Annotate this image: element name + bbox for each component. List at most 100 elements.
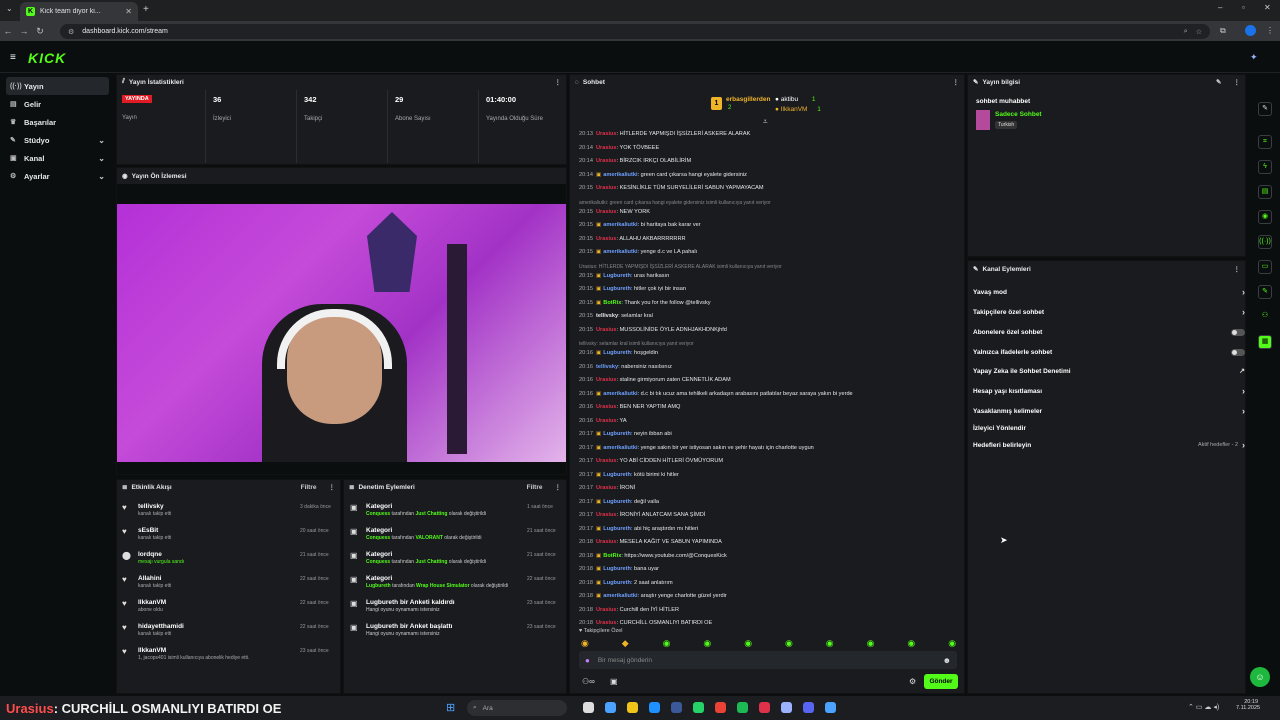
chat-username[interactable]: amerikaliutki bbox=[603, 249, 637, 255]
activity-name[interactable]: tellivsky bbox=[138, 503, 171, 510]
sidebar-item-kanal[interactable]: ▣ Kanal ⌄ bbox=[6, 149, 109, 167]
more-options-icon[interactable]: ⋮ bbox=[555, 483, 562, 491]
channel-action-row[interactable]: Yalnızca ifadelerle sohbet bbox=[973, 346, 1245, 358]
chat-message[interactable]: 20:15 Urasius: KESİNLİKLE TÜM SURYELİLERİ… bbox=[579, 185, 764, 191]
toggle-switch[interactable] bbox=[1231, 328, 1245, 336]
moderation-item[interactable]: ▣ Kategori Conquess tarafından Just Chatti… bbox=[350, 503, 486, 517]
chat-message[interactable]: 20:15 tellivsky: selamlar kral bbox=[579, 313, 653, 319]
taskbar-app-icon[interactable] bbox=[693, 702, 704, 713]
taskbar-app-icon[interactable] bbox=[715, 702, 726, 713]
activity-name[interactable]: IlkkanVM bbox=[138, 647, 249, 654]
chat-message[interactable]: 20:18 Urasius: MESELA KAĞIT VE SABUN YAPI… bbox=[579, 539, 722, 545]
activity-item[interactable]: ♥ hidayetthamidi kanalı takip etti bbox=[122, 623, 184, 637]
chat-message[interactable]: 20:17 ▣ amerikaliutki: yenge sakın bir yer… bbox=[579, 445, 814, 451]
reload-icon[interactable]: ↻ bbox=[32, 26, 48, 37]
extensions-icon[interactable]: ⧉ bbox=[1220, 26, 1226, 36]
emote-icon[interactable]: ◆ bbox=[622, 638, 629, 649]
gifter-aktibu[interactable]: ● aktibu 1 bbox=[775, 96, 816, 103]
address-bar[interactable]: ⚙ dashboard.kick.com/stream ⌕ ☆ bbox=[60, 24, 1210, 39]
chat-message[interactable]: 20:17 ▣ Lugbureth: neyin ibban abi bbox=[579, 431, 672, 437]
channel-action-row[interactable]: İzleyici Yönlendir bbox=[973, 422, 1245, 434]
emote-icon[interactable]: ◉ bbox=[581, 638, 589, 649]
chat-username[interactable]: tellivsky bbox=[596, 364, 618, 370]
taskbar-app-icon[interactable] bbox=[627, 702, 638, 713]
chat-message[interactable]: 20:15 ▣ amerikaliutki: bi haritaya bak kar… bbox=[579, 222, 701, 228]
emote-icon[interactable]: ◉ bbox=[948, 638, 956, 649]
chat-username[interactable]: Lugbureth bbox=[603, 526, 631, 532]
gifter-ilkkan[interactable]: ● IlkkanVM 1 bbox=[775, 106, 821, 113]
sidebar-item-studyo[interactable]: ✎ Stüdyo ⌄ bbox=[6, 131, 109, 149]
top-gifter-name[interactable]: erbasgillerden bbox=[726, 96, 770, 103]
chat-message[interactable]: 20:17 ▣ Lugbureth: değil valla bbox=[579, 499, 659, 505]
chat-message[interactable]: 20:14 Urasius: YOK TÖVBEEE bbox=[579, 145, 659, 151]
moderation-item[interactable]: ▣ Lugbureth bir Anket başlattı Hangi oyunu… bbox=[350, 623, 452, 637]
chat-username[interactable]: Urasius bbox=[596, 185, 617, 191]
maximize-icon[interactable]: ▫ bbox=[1242, 3, 1245, 12]
stream-preview-video[interactable] bbox=[117, 204, 566, 462]
taskbar-app-icon[interactable] bbox=[605, 702, 616, 713]
edit-layout-icon[interactable]: ✎ bbox=[1258, 102, 1272, 116]
taskbar-app-icon[interactable] bbox=[803, 702, 814, 713]
sidebar-item-ayarlar[interactable]: ⚙ Ayarlar ⌄ bbox=[6, 167, 109, 185]
chat-username[interactable]: Urasius bbox=[596, 404, 617, 410]
toggle-switch[interactable] bbox=[1231, 348, 1245, 356]
profile-avatar[interactable] bbox=[1245, 25, 1256, 36]
bookmark-star-icon[interactable]: ☆ bbox=[1196, 28, 1202, 36]
moderation-item[interactable]: ▣ Kategori Conquess tarafından VALORANT ol… bbox=[350, 527, 482, 541]
windows-start-icon[interactable]: ⊞ bbox=[446, 701, 455, 714]
sidebar-item-gelir[interactable]: ▤ Gelir bbox=[6, 95, 109, 113]
chat-username[interactable]: Lugbureth bbox=[603, 566, 631, 572]
users-icon[interactable]: ⚇ bbox=[1258, 310, 1272, 324]
chat-username[interactable]: Urasius bbox=[596, 620, 617, 626]
chat-message[interactable]: 20:16 tellivsky: nabersiniz nasılsınız bbox=[579, 364, 672, 370]
more-options-icon[interactable]: ⋮ bbox=[1234, 78, 1241, 86]
taskbar-app-icon[interactable] bbox=[781, 702, 792, 713]
emote-icon[interactable]: ◉ bbox=[703, 638, 711, 649]
more-options-icon[interactable]: ⋮ bbox=[329, 483, 336, 491]
chat-username[interactable]: Urasius bbox=[596, 458, 617, 464]
channel-action-row[interactable]: Hesap yaşı kısıtlaması › bbox=[973, 385, 1245, 397]
minimize-icon[interactable]: – bbox=[1218, 3, 1222, 12]
chat-message[interactable]: 20:18 Urasius: Curchill den İYİ HİTLER bbox=[579, 607, 679, 613]
chat-username[interactable]: Urasius bbox=[596, 145, 617, 151]
sidebar-item-yayin[interactable]: ((·)) Yayın bbox=[6, 77, 109, 95]
chat-settings-icon[interactable]: ⚙ bbox=[909, 677, 916, 686]
channel-action-row[interactable]: Abonelere özel sohbet bbox=[973, 326, 1245, 338]
more-options-icon[interactable]: ⋮ bbox=[953, 78, 960, 86]
emote-icon[interactable]: ◉ bbox=[663, 638, 671, 649]
chat-message[interactable]: 20:18 ▣ BotRix: https://www.youtube.com/@C… bbox=[579, 553, 727, 559]
activity-item[interactable]: ♥ IlkkanVM 1, jacops401 isimli kullanıcıya… bbox=[122, 647, 249, 661]
more-options-icon[interactable]: ⋮ bbox=[1234, 265, 1241, 273]
chat-username[interactable]: Lugbureth bbox=[603, 286, 631, 292]
activity-item[interactable]: ♥ sEsBit kanalı takip etti bbox=[122, 527, 171, 541]
chat-message[interactable]: 20:16 Urasius: YA bbox=[579, 418, 627, 424]
hamburger-menu-icon[interactable]: ≡ bbox=[10, 52, 16, 63]
chat-message[interactable]: 20:16 ▣ Lugbureth: hoşgeldin bbox=[579, 350, 658, 356]
system-tray-icons[interactable]: ⌃ ▭ ☁ ◂) bbox=[1188, 703, 1219, 711]
taskbar-app-icon[interactable] bbox=[759, 702, 770, 713]
taskbar-app-icon[interactable] bbox=[737, 702, 748, 713]
taskbar-app-icon[interactable] bbox=[649, 702, 660, 713]
activity-name[interactable]: IlkkanVM bbox=[138, 599, 166, 606]
chat-username[interactable]: amerikaliutki bbox=[603, 391, 637, 397]
chat-username[interactable]: Lugbureth bbox=[603, 273, 631, 279]
filter-button[interactable]: Filtre bbox=[527, 484, 543, 491]
stream-icon[interactable]: ((·)) bbox=[1258, 235, 1272, 249]
taskbar-app-icon[interactable] bbox=[825, 702, 836, 713]
activity-item[interactable]: ♥ IlkkanVM abone oldu bbox=[122, 599, 166, 613]
pinned-collapse-icon[interactable]: ⩡ bbox=[763, 117, 768, 127]
moderation-item[interactable]: ▣ Lugbureth bir Anketi kaldırdı Hangi oyun… bbox=[350, 599, 455, 613]
emote-icon[interactable]: ◉ bbox=[744, 638, 752, 649]
taskbar-search[interactable]: ⌕ Ara bbox=[467, 700, 567, 716]
activity-item[interactable]: ♥ tellivsky kanalı takip etti bbox=[122, 503, 171, 517]
sidebar-item-basarilar[interactable]: ♛ Başarılar bbox=[6, 113, 109, 131]
emote-icon[interactable]: ◉ bbox=[907, 638, 915, 649]
chat-username[interactable]: Urasius bbox=[596, 158, 617, 164]
chat-users-icon[interactable]: ⚇∞ bbox=[582, 677, 595, 686]
activity-name[interactable]: Allahini bbox=[138, 575, 171, 582]
chat-message[interactable]: 20:16 ▣ amerikaliutki: d.c bi tık ucuz ama… bbox=[579, 391, 853, 397]
moderation-item[interactable]: ▣ Kategori Conquess tarafından Just Chatti… bbox=[350, 551, 486, 565]
chat-message[interactable]: 20:15 Urasius: NEW YORK bbox=[579, 209, 650, 215]
chat-username[interactable]: amerikaliutki bbox=[603, 172, 637, 178]
chat-bubble-icon[interactable]: ◉ bbox=[1258, 210, 1272, 224]
